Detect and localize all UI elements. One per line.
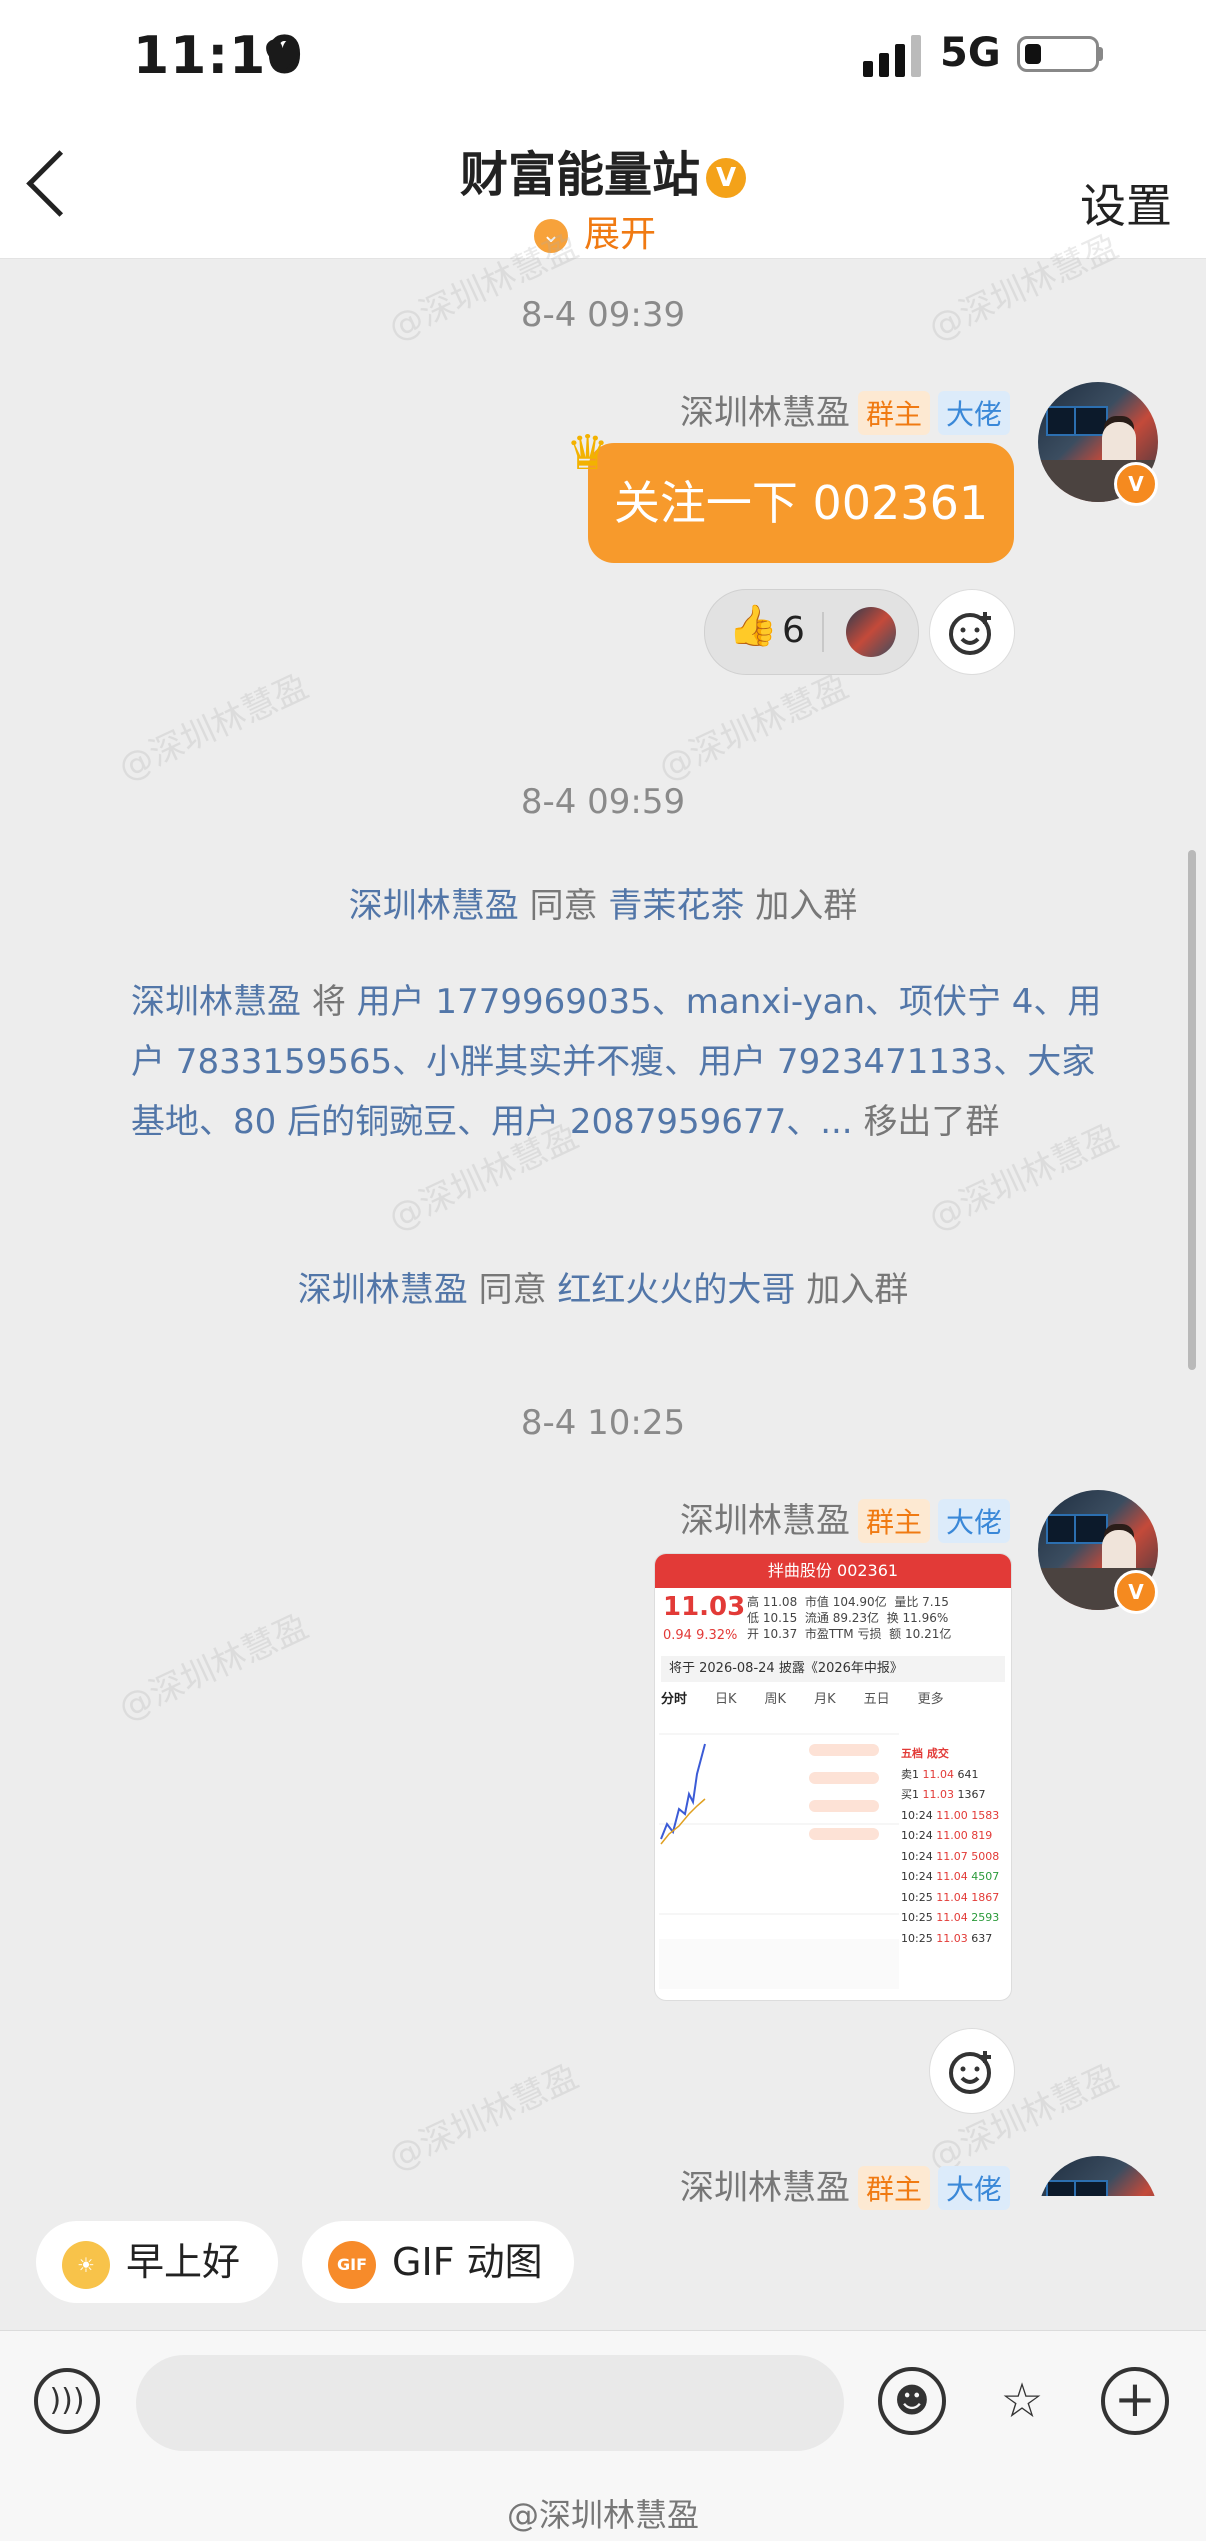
group-title-text: 财富能量站 bbox=[459, 147, 700, 203]
reaction-divider bbox=[822, 612, 824, 652]
system-suffix: 加入群 bbox=[806, 1270, 909, 1310]
quick-reply-label: 早上好 bbox=[126, 2240, 241, 2284]
system-suffix: 加入群 bbox=[755, 886, 858, 926]
verified-v-icon: V bbox=[1114, 462, 1158, 506]
sun-emoji-icon: ☀ bbox=[62, 2240, 110, 2289]
system-join-notice: 深圳林慧盈 同意 青茉花茶 加入群 bbox=[0, 878, 1206, 927]
signal-icon bbox=[863, 35, 921, 77]
crown-icon: ♛ bbox=[566, 425, 610, 481]
system-verb: 同意 bbox=[529, 886, 598, 926]
system-user-link[interactable]: 深圳林慧盈 bbox=[131, 982, 301, 1022]
quick-reply-gif[interactable]: GIF GIF 动图 bbox=[302, 2221, 574, 2303]
system-join-notice: 深圳林慧盈 同意 红红火火的大哥 加入群 bbox=[0, 1262, 1206, 1311]
background-watermark: @深圳林慧盈 bbox=[652, 666, 855, 789]
voice-input-icon[interactable]: ))) bbox=[34, 2368, 100, 2434]
sender-name[interactable]: 深圳林慧盈 bbox=[680, 393, 850, 433]
heart-icon: ♥ bbox=[262, 30, 304, 84]
avatar-partial[interactable] bbox=[1038, 2156, 1158, 2196]
quick-reply-good-morning[interactable]: ☀ 早上好 bbox=[36, 2221, 278, 2303]
gif-icon: GIF bbox=[328, 2240, 376, 2289]
system-user-link[interactable]: 深圳林慧盈 bbox=[349, 886, 519, 926]
battery-tip bbox=[1098, 47, 1103, 61]
vip-tag: 大佬 bbox=[937, 391, 1010, 435]
smiley-plus-icon bbox=[949, 612, 991, 655]
owner-tag: 群主 bbox=[857, 391, 930, 435]
battery-icon bbox=[1017, 36, 1099, 72]
owner-tag: 群主 bbox=[857, 2166, 930, 2210]
sender-line: 深圳林慧盈 群主 大佬 bbox=[680, 1493, 1010, 1543]
emoji-icon[interactable]: ☻ bbox=[878, 2367, 946, 2435]
vip-tag: 大佬 bbox=[937, 1499, 1010, 1543]
sender-line: 深圳林慧盈 群主 大佬 bbox=[680, 385, 1010, 435]
timestamp: 8-4 10:25 bbox=[520, 1403, 686, 1443]
vip-tag: 大佬 bbox=[937, 2166, 1010, 2210]
expand-label: 展开 bbox=[584, 214, 657, 255]
sender-name[interactable]: 深圳林慧盈 bbox=[680, 2168, 850, 2208]
plus-icon[interactable]: + bbox=[1101, 2367, 1169, 2435]
owner-tag: 群主 bbox=[857, 1499, 930, 1543]
background-watermark: @深圳林慧盈 bbox=[382, 2056, 585, 2179]
timestamp: 8-4 09:39 bbox=[520, 295, 686, 335]
sticker-star-icon[interactable]: ☆ bbox=[984, 2363, 1060, 2439]
quick-reply-label: GIF 动图 bbox=[392, 2240, 543, 2284]
thumbs-up-icon: 👍 bbox=[728, 603, 778, 649]
smiley-plus-icon bbox=[949, 2051, 991, 2094]
stock-screenshot-image[interactable]: 拌曲股份 002361 11.03 0.94 9.32% 高 11.08 市值 … bbox=[654, 1553, 1012, 2001]
verified-badge-icon: V bbox=[706, 158, 746, 198]
add-reaction-button[interactable] bbox=[929, 2028, 1015, 2114]
system-suffix: 移出了群 bbox=[863, 1102, 1000, 1142]
group-title[interactable]: 财富能量站 V bbox=[0, 135, 1206, 205]
stock-change: 0.94 9.32% bbox=[663, 1628, 738, 1643]
sender-name[interactable]: 深圳林慧盈 bbox=[680, 1501, 850, 1541]
system-remove-notice: 深圳林慧盈 将 用户 1779969035、manxi-yan、项伏宁 4、用户… bbox=[131, 972, 1111, 1152]
verified-v-icon: V bbox=[1114, 1570, 1158, 1614]
order-book: 五档 成交 卖1 11.04 641 买1 11.03 1367 10:24 1… bbox=[901, 1747, 1000, 1945]
bottom-watermark: @深圳林慧盈 bbox=[506, 2496, 699, 2534]
timestamp: 8-4 09:59 bbox=[520, 782, 686, 822]
system-verb: 同意 bbox=[478, 1270, 547, 1310]
system-target-link[interactable]: 青茉花茶 bbox=[608, 886, 744, 926]
stock-tabs: 分时 日K 周K 月K 五日 更多 bbox=[661, 1692, 944, 1707]
background-watermark: @深圳林慧盈 bbox=[112, 1606, 315, 1729]
system-target-link[interactable]: 红红火火的大哥 bbox=[557, 1270, 795, 1310]
intraday-chart bbox=[659, 1733, 899, 1989]
stock-price: 11.03 bbox=[663, 1592, 746, 1622]
stock-quotes: 高 11.08 市值 104.90亿 量比 7.15 低 10.15 流通 89… bbox=[747, 1595, 952, 1641]
system-verb: 将 bbox=[311, 982, 346, 1022]
reactor-avatar bbox=[846, 607, 896, 657]
scrollbar[interactable] bbox=[1188, 850, 1196, 1370]
message-input[interactable] bbox=[136, 2355, 844, 2451]
reaction-count: 6 bbox=[782, 610, 805, 651]
add-reaction-button[interactable] bbox=[929, 589, 1015, 675]
stock-name: 拌曲股份 002361 bbox=[655, 1554, 1011, 1588]
sender-line: 深圳林慧盈 群主 大佬 bbox=[680, 2160, 1010, 2210]
system-user-link[interactable]: 深圳林慧盈 bbox=[298, 1270, 468, 1310]
background-watermark: @深圳林慧盈 bbox=[112, 666, 315, 789]
message-bubble[interactable]: 关注一下 002361 bbox=[588, 443, 1014, 563]
network-label: 5G bbox=[940, 30, 1001, 76]
stock-notice: 将于 2026-08-24 披露《2026年中报》 bbox=[661, 1656, 1005, 1682]
